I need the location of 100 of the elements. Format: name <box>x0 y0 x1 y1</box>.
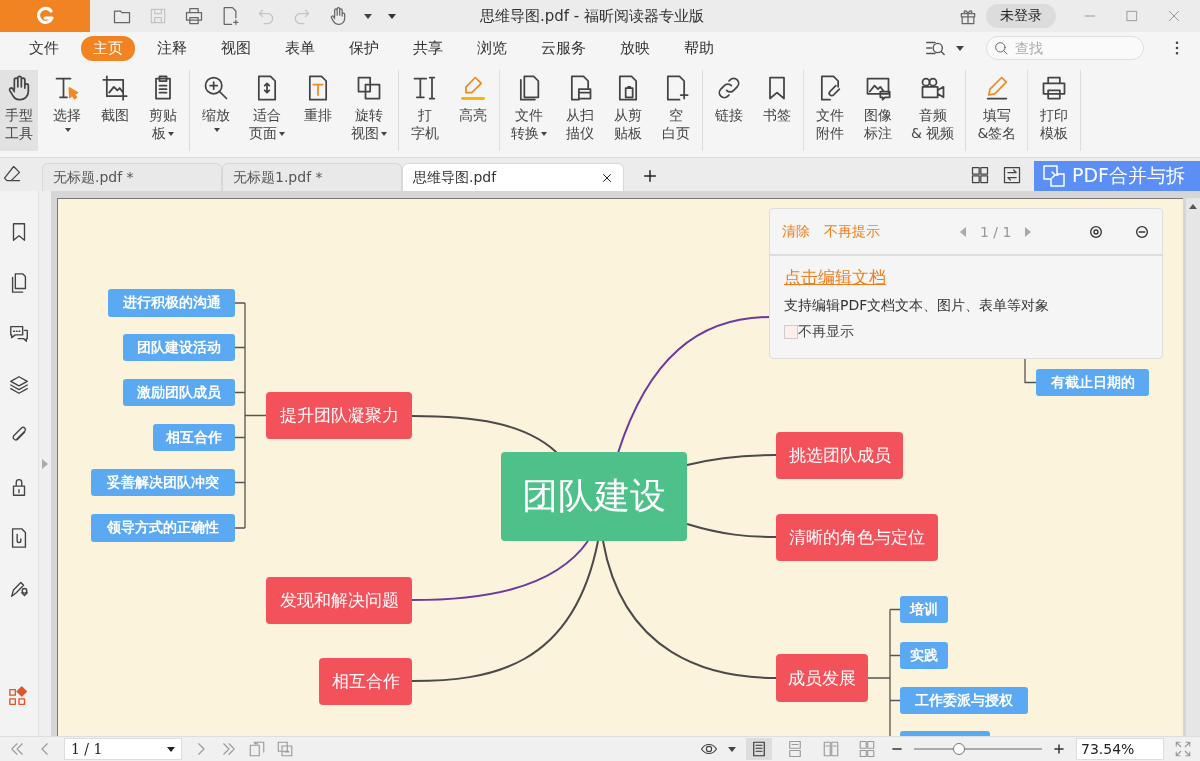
two-page-icon <box>822 740 840 758</box>
toolbar-button[interactable]: 文件 附件 <box>811 70 849 151</box>
caret-icon[interactable] <box>956 45 964 51</box>
two-page-continuous-icon <box>858 740 876 758</box>
mind-map-leaf: 有截止日期的 <box>1036 369 1149 396</box>
toolbar-button[interactable]: 重排 <box>299 70 337 151</box>
caret-icon[interactable] <box>728 746 736 752</box>
toolbar-button[interactable]: 适合 页面 <box>245 70 289 151</box>
toolbar-button[interactable]: 高亮 <box>454 70 492 151</box>
pager-text: 1 / 1 <box>980 223 1012 240</box>
apps-icon[interactable] <box>8 686 30 708</box>
mind-map-branch: 清晰的角色与定位 <box>776 514 938 561</box>
mind-map-branch: 提升团队凝聚力 <box>266 392 412 439</box>
mind-map-leaf: 工作委派与授权 <box>900 687 1028 714</box>
slider-thumb[interactable] <box>952 743 965 755</box>
menu-tab[interactable]: 文件 <box>17 35 71 61</box>
eraser-icon[interactable] <box>2 164 22 184</box>
toolbar-button[interactable]: 缩放 <box>197 70 235 151</box>
single-page-icon <box>750 740 768 758</box>
printer-icon[interactable] <box>184 6 204 26</box>
hand-icon[interactable] <box>328 6 348 26</box>
menu-tab[interactable]: 视图 <box>209 35 263 61</box>
swap-icon[interactable] <box>1002 165 1022 185</box>
layers-icon[interactable] <box>8 374 30 396</box>
checkbox[interactable] <box>784 325 798 339</box>
mind-map-leaf: 激励团队成员 <box>123 379 235 406</box>
zoom-in-icon <box>202 74 230 102</box>
window-title: 思维导图.pdf - 福昕阅读器专业版 <box>480 6 706 26</box>
toolbar-button[interactable]: 打印 模板 <box>1035 70 1074 151</box>
zoom-field[interactable]: 73.54% <box>1076 738 1164 760</box>
app-logo[interactable] <box>0 0 90 32</box>
caret-icon <box>65 128 71 132</box>
menu-tab[interactable]: 放映 <box>608 35 662 61</box>
mind-map-leaf: 实践 <box>900 642 948 669</box>
toolbar-button[interactable]: 书签 <box>758 70 796 151</box>
menu-tab[interactable]: 保护 <box>337 35 391 61</box>
menu-tab[interactable]: 共享 <box>401 35 455 61</box>
toolbar-button[interactable]: 打 字机 <box>406 70 444 151</box>
toolbar-button[interactable]: 旋转 视图 <box>347 70 391 151</box>
page-layout-button[interactable] <box>746 738 772 760</box>
toolbar-button[interactable]: 文件 转换 <box>507 70 551 151</box>
caret-icon <box>168 132 174 136</box>
last-page-icon[interactable] <box>220 740 238 758</box>
mind-map-root: 团队建设 <box>501 452 687 541</box>
page-field[interactable]: 1 / 1 <box>64 738 182 760</box>
toolbar-button[interactable]: 从扫 描仪 <box>561 70 599 151</box>
toolbar-button[interactable]: 从剪 贴板 <box>609 70 647 151</box>
menu-tab[interactable]: 注释 <box>145 35 199 61</box>
toolbar-button[interactable]: 选择 <box>48 70 86 151</box>
comments-icon[interactable] <box>8 323 30 345</box>
document-tab[interactable]: 思维导图.pdf <box>402 163 624 191</box>
toolbar-button[interactable]: 空 白页 <box>657 70 695 151</box>
rotate-icon <box>355 74 383 102</box>
document-tab[interactable]: 无标题.pdf * <box>42 163 222 191</box>
toolbar-button[interactable]: 图像 标注 <box>859 70 897 151</box>
toolbar-button[interactable]: 截图 <box>96 70 134 151</box>
merge-icon <box>1042 164 1066 188</box>
caret-icon <box>381 132 387 136</box>
popup-description: 支持编辑PDF文档文本、图片、表单等对象 <box>784 297 1051 315</box>
search-field[interactable]: 查找 <box>986 36 1144 60</box>
toolbar-button[interactable]: 剪贴 板 <box>144 70 182 151</box>
caret-icon[interactable] <box>364 13 372 19</box>
mind-map-leaf: 培训 <box>900 596 948 623</box>
checkbox-label: 不再显示 <box>798 323 854 341</box>
mind-map-branch: 成员发展 <box>776 654 868 702</box>
login-button[interactable]: 未登录 <box>986 4 1056 28</box>
mind-map-leaf: 领导方式的正确性 <box>91 514 235 542</box>
caret-icon <box>167 746 175 752</box>
first-page-icon[interactable] <box>8 740 26 758</box>
caret-icon <box>541 132 547 136</box>
menu-tab[interactable]: 表单 <box>273 35 327 61</box>
caret-icon <box>279 132 285 136</box>
grid-icon[interactable] <box>970 165 990 185</box>
search-icon <box>993 40 1009 56</box>
banner-text: PDF合并与拆 <box>1072 163 1186 188</box>
toolbar-button[interactable]: 手型 工具 <box>0 70 38 151</box>
mind-map-branch: 发现和解决问题 <box>266 577 412 624</box>
menu-tab[interactable]: 帮助 <box>672 35 726 61</box>
caret-icon <box>214 128 220 132</box>
toolbar-button[interactable]: 填写 &签名 <box>973 70 1021 151</box>
mind-map-leaf: 团队建设活动 <box>123 334 235 361</box>
mind-map-branch: 相互合作 <box>319 658 412 705</box>
menu-tab[interactable]: 浏览 <box>465 35 519 61</box>
mind-map-leaf: 相互合作 <box>153 424 235 451</box>
add-tab-icon[interactable] <box>642 168 658 184</box>
collapse-icon[interactable] <box>1134 223 1150 240</box>
fullscreen-icon[interactable] <box>1174 740 1192 758</box>
document-tab[interactable]: 无标题1.pdf * <box>222 163 402 191</box>
menu-tab[interactable]: 云服务 <box>529 35 598 61</box>
toolbar-button[interactable]: 链接 <box>710 70 748 151</box>
settings-icon[interactable] <box>1088 223 1104 240</box>
highlighter-icon <box>459 74 487 102</box>
crop-icon <box>101 74 129 102</box>
mind-map-branch: 挑选团队成员 <box>776 432 903 479</box>
zoom-in-icon[interactable] <box>1052 742 1066 756</box>
close-icon[interactable] <box>601 171 613 184</box>
scroll-up-icon[interactable] <box>1189 204 1197 209</box>
toolbar-button[interactable]: 音频 & 视频 <box>907 70 959 151</box>
customize-caret-icon[interactable] <box>388 13 396 19</box>
mind-map-leaf: 进行积极的沟通 <box>108 289 235 317</box>
